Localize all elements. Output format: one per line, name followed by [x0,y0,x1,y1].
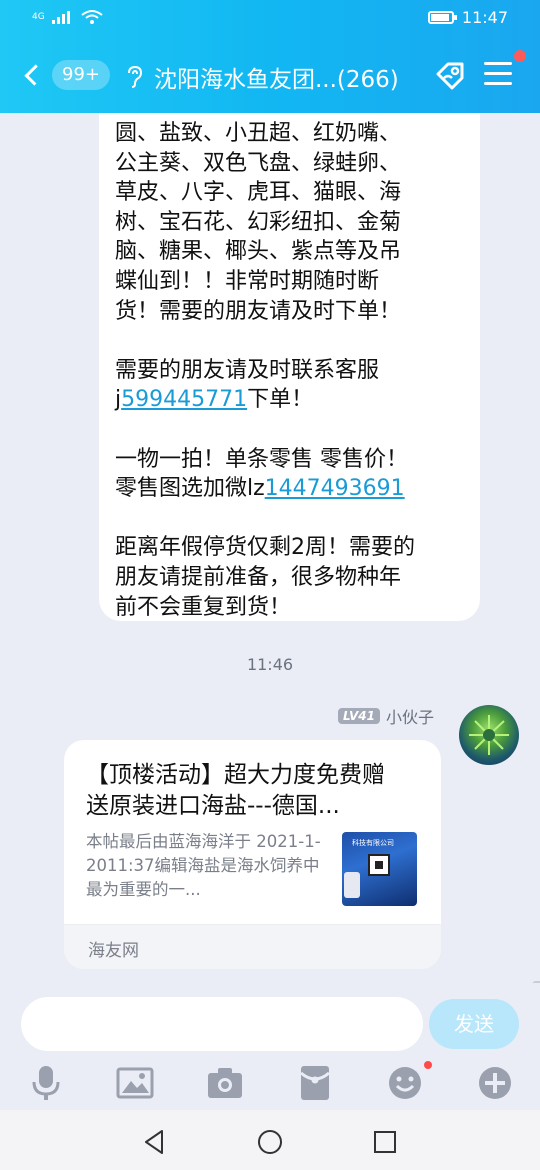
message-text: 下单！ [247,387,314,413]
status-bar: 4G 11:47 [0,0,540,36]
wifi-icon [81,10,103,24]
system-nav-bar [0,1110,540,1170]
message-link[interactable]: 599445771 [121,387,247,412]
image-icon[interactable] [115,1063,155,1103]
sender-name[interactable]: 小伙子 [386,704,434,728]
status-time: 11:47 [461,8,508,27]
chat-area[interactable]: 圆、盐致、小丑超、红奶嘴、 公主葵、双色飞盘、绿蛙卵、 草皮、八字、虎耳、猫眼、… [0,113,540,983]
battery-icon [427,11,457,24]
signal-icon [51,11,70,24]
input-toolbar [0,1063,540,1103]
sender-info: LV41 小伙子 [338,704,434,728]
message-text: 距离年假停货仅剩2周！需要的 朋友请提前准备，很多物种年 前不会重复到货！ [115,535,415,620]
red-packet-icon[interactable] [295,1063,335,1103]
message-link[interactable]: 1447493691 [265,476,405,501]
level-badge: LV41 [338,708,380,724]
message-paragraph: 距离年假停货仅剩2周！需要的 朋友请提前准备，很多物种年 前不会重复到货！ [115,533,464,622]
menu-notification-dot [514,50,526,62]
message-input[interactable] [21,997,423,1051]
input-area: 发送 [0,983,540,1110]
camera-icon[interactable] [205,1063,245,1103]
network-type-label: 4G [32,12,45,22]
back-button[interactable]: 99+ [20,56,110,94]
message-paragraph: 一物一拍！单条零售 零售价！ 零售图选加微lz1447493691 [115,445,464,504]
share-card-thumbnail: 科技有限公司 [342,832,417,906]
nav-home-icon[interactable] [255,1127,285,1157]
message-paragraph: 圆、盐致、小丑超、红奶嘴、 公主葵、双色飞盘、绿蛙卵、 草皮、八字、虎耳、猫眼、… [115,119,464,326]
avatar[interactable] [459,705,519,765]
tag-icon[interactable] [430,56,470,96]
avatar-coral-image [469,715,509,755]
share-card[interactable]: 【顶楼活动】超大力度免费赠送原装进口海盐---德国... 本帖最后由蓝海海洋于 … [64,740,441,969]
chat-header: 99+ 沈阳海水鱼友团...(266) [0,44,540,106]
share-card-footer: 海友网 [64,924,441,969]
nav-recents-icon[interactable] [370,1127,400,1157]
message-bubble[interactable]: 圆、盐致、小丑超、红奶嘴、 公主葵、双色飞盘、绿蛙卵、 草皮、八字、虎耳、猫眼、… [99,113,480,621]
nav-back-icon[interactable] [140,1127,170,1157]
share-card-title: 【顶楼活动】超大力度免费赠送原装进口海盐---德国... [86,762,385,819]
message-timestamp: 11:46 [246,655,294,674]
send-button[interactable]: 发送 [429,999,519,1049]
emoji-icon[interactable] [385,1063,425,1103]
share-card-source: 海友网 [88,941,139,961]
back-chevron-icon [24,64,46,86]
message-text: 圆、盐致、小丑超、红奶嘴、 公主葵、双色飞盘、绿蛙卵、 草皮、八字、虎耳、猫眼、… [115,121,402,324]
mic-icon[interactable] [26,1063,66,1103]
unread-count-badge: 99+ [52,60,110,90]
share-card-description: 本帖最后由蓝海海洋于 2021-1-2011:37编辑海盐是海水饲养中最为重要的… [86,832,321,899]
earpiece-icon[interactable] [124,65,144,89]
emoji-notification-dot [424,1061,432,1069]
salt-bag-icon [344,872,360,898]
menu-icon[interactable] [484,62,512,86]
thumbnail-caption: 科技有限公司 [352,839,394,847]
chat-title: 沈阳海水鱼友团...(266) [154,67,399,93]
qr-code-icon [368,854,390,876]
top-bar: 4G 11:47 99+ 沈阳海水鱼友团...(266) [0,0,540,113]
plus-icon[interactable] [475,1063,515,1103]
message-paragraph: 需要的朋友请及时联系客服 j599445771下单！ [115,356,464,415]
